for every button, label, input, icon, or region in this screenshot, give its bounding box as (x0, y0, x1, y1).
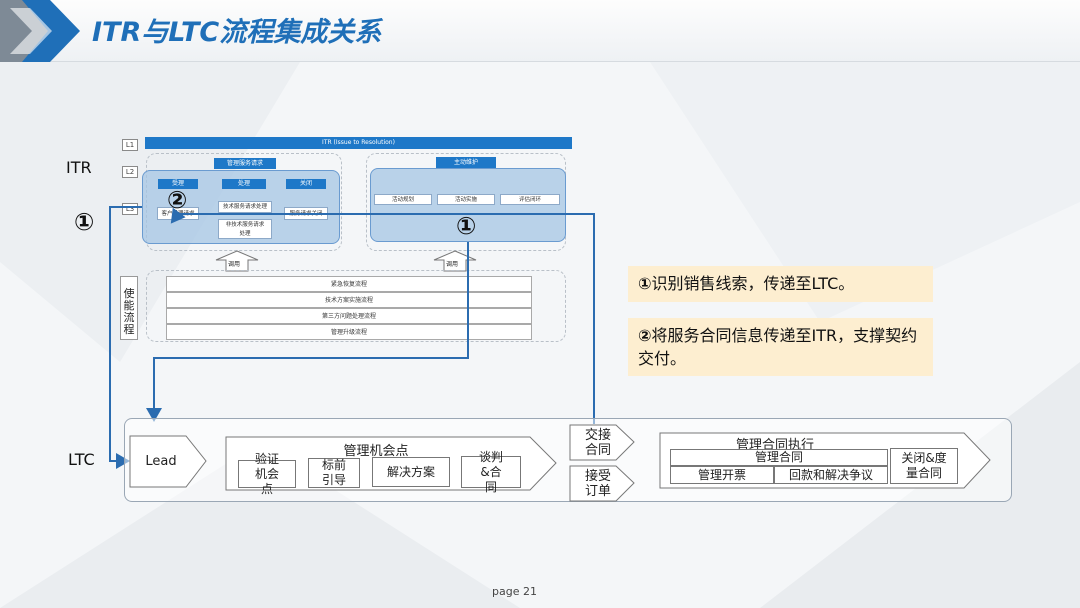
ltc-handover-contract: 交接合同 (584, 428, 611, 458)
ltc-lead: Lead (145, 453, 177, 469)
ltc-collection-dispute: 回款和解决争议 (774, 466, 888, 484)
ltc-shapes (129, 424, 991, 502)
ltc-solution: 解决方案 (372, 457, 450, 487)
page-number: page 21 (492, 585, 537, 598)
ltc-pre-bid-guidance: 标前引导 (308, 458, 360, 488)
ltc-manage-contract: 管理合同 (670, 449, 888, 466)
ltc-manage-invoicing: 管理开票 (670, 466, 774, 484)
ltc-verify-opportunity: 验证机会点 (238, 452, 296, 496)
ltc-close-measure-contract: 关闭&度量合同 (890, 448, 958, 484)
ltc-negotiation-contract: 谈判&合同 (461, 450, 521, 494)
ltc-accept-order: 接受订单 (584, 469, 611, 499)
